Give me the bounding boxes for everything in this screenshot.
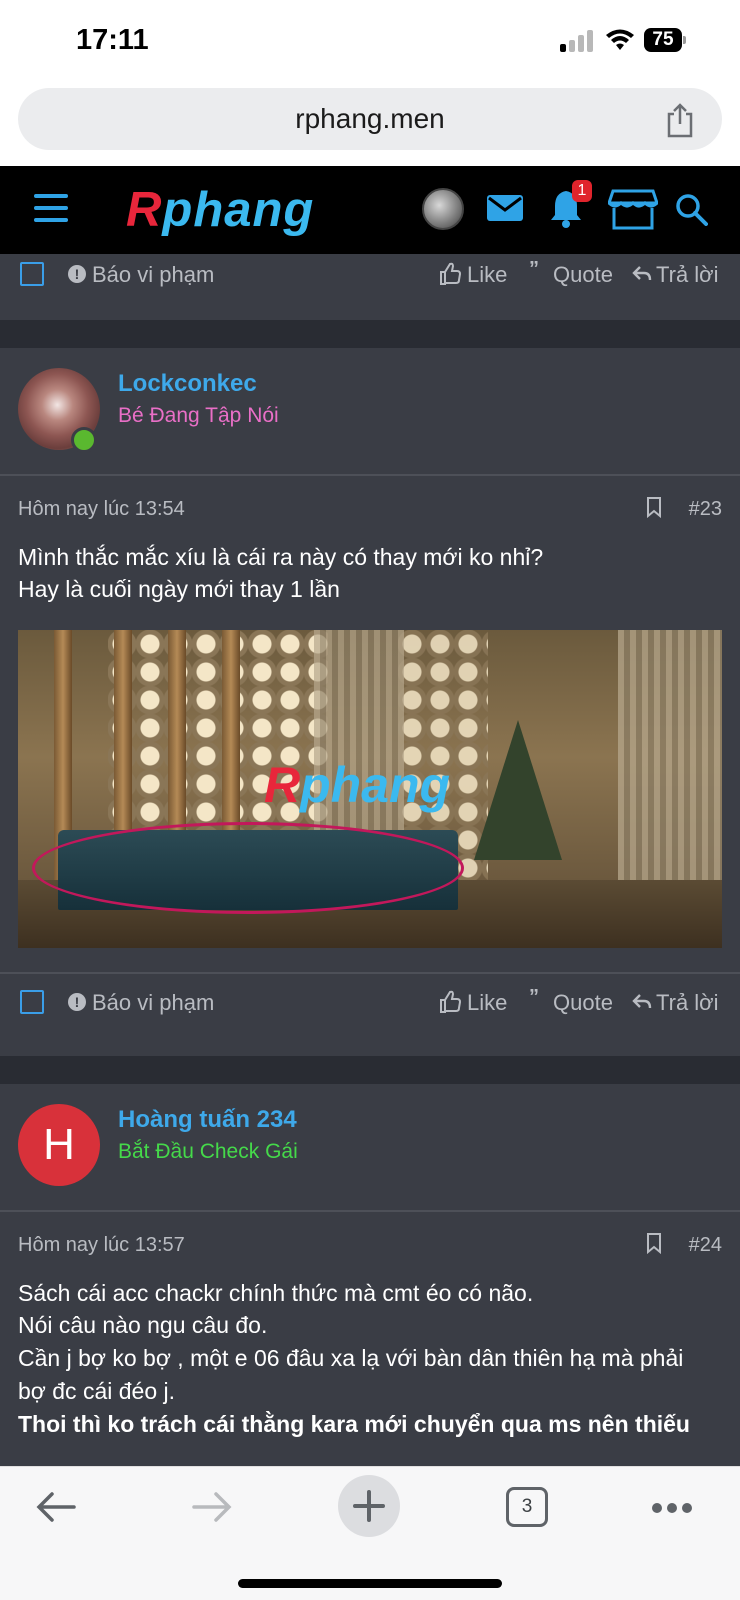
christmas-tree-shape bbox=[474, 720, 562, 860]
status-time: 17:11 bbox=[76, 24, 149, 56]
author-title: Bắt Đầu Check Gái bbox=[118, 1140, 298, 1163]
post-text-line: Nói câu nào ngu câu đo. bbox=[18, 1312, 268, 1338]
post-text-line: bợ đc cái đéo j. bbox=[18, 1378, 176, 1404]
battery-level: 75 bbox=[644, 28, 682, 52]
author-username[interactable]: Lockconkec bbox=[118, 370, 257, 398]
address-bar[interactable]: rphang.men bbox=[18, 88, 722, 150]
menu-icon[interactable] bbox=[34, 194, 68, 222]
warning-icon: ! bbox=[68, 993, 86, 1011]
quote-icon[interactable]: ” bbox=[529, 258, 539, 281]
highlight-circle bbox=[32, 822, 464, 914]
post-23: Lockconkec Bé Đang Tập Nói Hôm nay lúc 1… bbox=[0, 348, 740, 1056]
select-checkbox[interactable] bbox=[20, 990, 44, 1014]
like-button[interactable]: Like bbox=[467, 990, 507, 1016]
post-text-line: Sách cái acc chackr chính thức mà cmt éo… bbox=[18, 1280, 534, 1306]
author-username[interactable]: Hoàng tuấn 234 bbox=[118, 1106, 297, 1134]
plus-icon bbox=[353, 1490, 385, 1522]
battery-icon: 75 bbox=[644, 28, 686, 52]
quote-button[interactable]: Quote bbox=[553, 262, 613, 288]
post-24: H Hoàng tuấn 234 Bắt Đầu Check Gái Hôm n… bbox=[0, 1084, 740, 1466]
quote-button[interactable]: Quote bbox=[553, 990, 613, 1016]
quote-icon[interactable]: ” bbox=[529, 986, 539, 1009]
url-text[interactable]: rphang.men bbox=[18, 103, 722, 135]
share-icon[interactable] bbox=[664, 102, 696, 138]
like-button[interactable]: Like bbox=[467, 262, 507, 288]
user-avatar[interactable] bbox=[422, 188, 464, 230]
author-title: Bé Đang Tập Nói bbox=[118, 404, 279, 427]
store-icon[interactable] bbox=[608, 188, 658, 230]
back-arrow-icon[interactable] bbox=[34, 1489, 78, 1525]
mail-icon[interactable] bbox=[486, 192, 524, 224]
site-logo[interactable]: Rphang bbox=[126, 182, 314, 238]
post-text-line: Cần j bợ ko bợ , một e 06 đâu xa lạ với … bbox=[18, 1345, 684, 1371]
report-button[interactable]: Báo vi phạm bbox=[92, 262, 214, 288]
post-text-line: Hay là cuối ngày mới thay 1 lần bbox=[18, 576, 340, 602]
bookmark-icon[interactable] bbox=[646, 496, 662, 518]
post-number[interactable]: #24 bbox=[689, 1234, 722, 1257]
wifi-icon bbox=[606, 29, 634, 50]
post-time[interactable]: Hôm nay lúc 13:57 bbox=[18, 1234, 185, 1257]
post-image[interactable]: Rphang bbox=[18, 630, 722, 948]
post-number[interactable]: #23 bbox=[689, 498, 722, 521]
select-checkbox[interactable] bbox=[20, 262, 44, 286]
reply-button[interactable]: Trả lời bbox=[656, 990, 719, 1016]
post-text-line: Thoi thì ko trách cái thằng kara mới chu… bbox=[18, 1411, 690, 1437]
notification-badge: 1 bbox=[572, 180, 592, 202]
search-icon[interactable] bbox=[674, 192, 708, 226]
home-indicator[interactable] bbox=[238, 1579, 502, 1588]
post-text-line: Mình thắc mắc xíu là cái ra này có thay … bbox=[18, 544, 544, 570]
status-bar: 17:11 75 bbox=[0, 0, 740, 82]
reply-icon[interactable] bbox=[632, 264, 652, 284]
post-author-header: Lockconkec Bé Đang Tập Nói bbox=[0, 348, 740, 476]
like-icon[interactable] bbox=[438, 990, 462, 1014]
report-button[interactable]: Báo vi phạm bbox=[92, 990, 214, 1016]
author-avatar[interactable]: H bbox=[18, 1104, 100, 1186]
cellular-signal-icon bbox=[560, 30, 593, 52]
post-time[interactable]: Hôm nay lúc 13:54 bbox=[18, 498, 185, 521]
tab-switcher-button[interactable]: 3 bbox=[506, 1487, 548, 1527]
online-indicator-icon bbox=[71, 427, 97, 453]
post-actions-previous: ! Báo vi phạm Like ” Quote Trả lời bbox=[0, 254, 740, 320]
thread-content: ! Báo vi phạm Like ” Quote Trả lời Lockc… bbox=[0, 254, 740, 1466]
new-tab-button[interactable] bbox=[338, 1475, 400, 1537]
reply-icon[interactable] bbox=[632, 992, 652, 1012]
browser-toolbar: 3 bbox=[0, 1466, 740, 1600]
reply-button[interactable]: Trả lời bbox=[656, 262, 719, 288]
bookmark-icon[interactable] bbox=[646, 1232, 662, 1254]
like-icon[interactable] bbox=[438, 262, 462, 286]
post-author-header: H Hoàng tuấn 234 Bắt Đầu Check Gái bbox=[0, 1084, 740, 1212]
site-header: Rphang bbox=[0, 166, 740, 254]
warning-icon: ! bbox=[68, 265, 86, 283]
forward-arrow-icon[interactable] bbox=[190, 1489, 234, 1525]
image-watermark: Rphang bbox=[264, 757, 451, 813]
more-options-icon[interactable] bbox=[652, 1503, 692, 1513]
